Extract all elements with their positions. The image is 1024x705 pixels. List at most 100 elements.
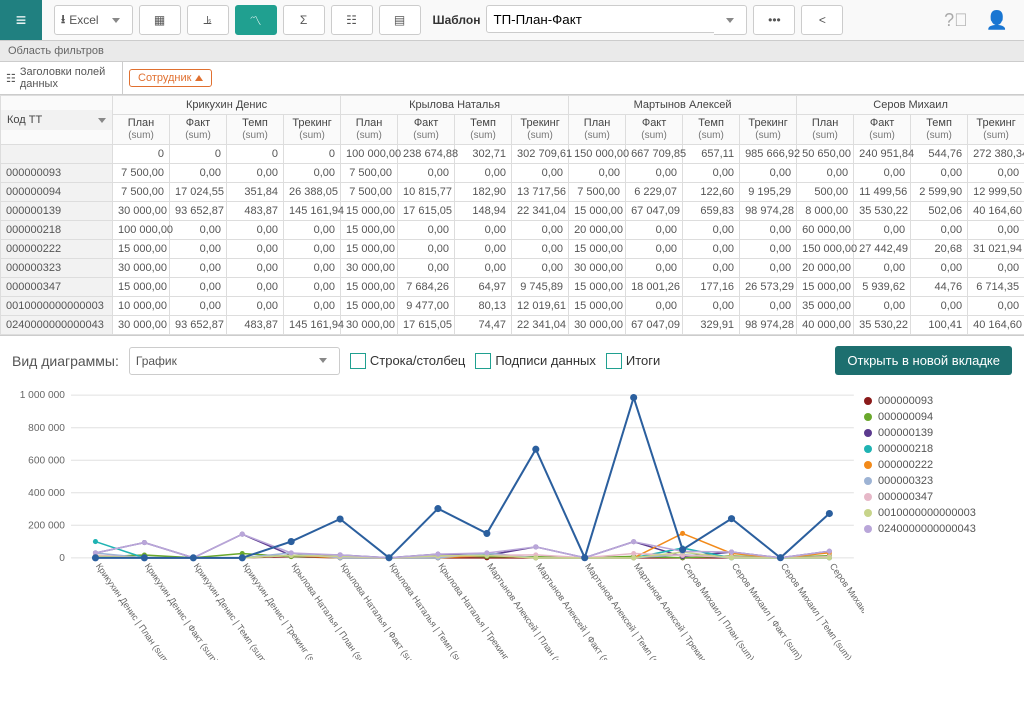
metric-header[interactable]: План(sum) xyxy=(341,115,398,145)
checkbox-icon xyxy=(475,353,491,369)
metric-header[interactable]: Факт(sum) xyxy=(398,115,455,145)
chart-type-select[interactable]: График xyxy=(129,347,313,375)
data-cell: 0,00 xyxy=(455,164,512,183)
person-header[interactable]: Крылова Наталья xyxy=(341,96,569,115)
summary-cell: 0 xyxy=(284,145,341,164)
view-sigma-button[interactable]: Σ xyxy=(283,5,325,35)
row-code[interactable]: 000000094 xyxy=(1,183,113,202)
data-cell: 30 000,00 xyxy=(113,316,170,335)
metric-header[interactable]: План(sum) xyxy=(113,115,170,145)
data-cell: 67 047,09 xyxy=(626,202,683,221)
legend-item[interactable]: 000000093 xyxy=(864,395,1014,407)
data-cell: 26 573,29 xyxy=(740,278,797,297)
data-cell: 17 615,05 xyxy=(398,316,455,335)
data-cell: 15 000,00 xyxy=(569,240,626,259)
more-button[interactable]: ••• xyxy=(753,5,795,35)
export-excel-label: Excel xyxy=(69,13,98,27)
chart-area: 0200 000400 000600 000800 0001 000 000Кр… xyxy=(0,385,1024,670)
metric-header[interactable]: Трекинг(sum) xyxy=(968,115,1024,145)
row-code[interactable]: 000000323 xyxy=(1,259,113,278)
row-code[interactable]: 000000222 xyxy=(1,240,113,259)
data-cell: 0,00 xyxy=(455,259,512,278)
view-bar-button[interactable]: ⫡ xyxy=(187,5,229,35)
data-cell: 93 652,87 xyxy=(170,202,227,221)
data-cell: 60 000,00 xyxy=(797,221,854,240)
legend-item[interactable]: 0240000000000043 xyxy=(864,523,1014,535)
row-code[interactable]: 000000139 xyxy=(1,202,113,221)
bar-chart-icon: ⫡ xyxy=(204,13,212,28)
view-table-button[interactable]: ▦ xyxy=(139,5,181,35)
share-icon: < xyxy=(819,13,826,27)
export-excel-button[interactable]: ⭳ Excel xyxy=(54,5,106,35)
menu-icon[interactable]: ≡ xyxy=(0,0,42,40)
chart-type-dropdown[interactable] xyxy=(307,347,340,375)
data-cell: 22 341,04 xyxy=(512,316,569,335)
data-cell: 502,06 xyxy=(911,202,968,221)
template-dropdown-button[interactable] xyxy=(714,5,747,35)
row-dimension-select[interactable]: Код ТТ xyxy=(1,110,112,130)
share-button[interactable]: < xyxy=(801,5,843,35)
legend-item[interactable]: 000000222 xyxy=(864,459,1014,471)
export-dropdown-button[interactable] xyxy=(100,5,133,35)
data-labels-checkbox[interactable]: Подписи данных xyxy=(475,353,596,369)
legend-item[interactable]: 000000218 xyxy=(864,443,1014,455)
row-code[interactable]: 000000347 xyxy=(1,278,113,297)
metric-header[interactable]: Факт(sum) xyxy=(170,115,227,145)
employee-chip[interactable]: Сотрудник xyxy=(129,69,212,87)
legend-item[interactable]: 000000347 xyxy=(864,491,1014,503)
data-cell: 177,16 xyxy=(683,278,740,297)
template-input[interactable] xyxy=(486,5,720,33)
metric-header[interactable]: План(sum) xyxy=(569,115,626,145)
legend-item[interactable]: 000000139 xyxy=(864,427,1014,439)
data-cell: 27 442,49 xyxy=(854,240,911,259)
data-cell: 30 000,00 xyxy=(569,259,626,278)
line-chart-icon: 〽 xyxy=(250,12,262,29)
data-cell: 7 500,00 xyxy=(113,183,170,202)
data-headers-bar: ☷ Заголовки полей данных Сотрудник xyxy=(0,62,1024,95)
legend-item[interactable]: 0010000000000003 xyxy=(864,507,1014,519)
data-cell: 6 229,07 xyxy=(626,183,683,202)
person-header[interactable]: Серов Михаил xyxy=(797,96,1024,115)
metric-header[interactable]: Темп(sum) xyxy=(455,115,512,145)
view-tree-button[interactable]: ☷ xyxy=(331,5,373,35)
legend-item[interactable]: 000000094 xyxy=(864,411,1014,423)
view-line-button[interactable]: 〽 xyxy=(235,5,277,35)
data-cell: 0,00 xyxy=(284,297,341,316)
data-cell: 0,00 xyxy=(683,164,740,183)
data-cell: 150 000,00 xyxy=(797,240,854,259)
row-col-checkbox[interactable]: Строка/столбец xyxy=(350,353,465,369)
filter-area[interactable]: Область фильтров xyxy=(0,41,1024,62)
data-cell: 0,00 xyxy=(968,221,1024,240)
view-card-button[interactable]: ▤ xyxy=(379,5,421,35)
data-cell: 15 000,00 xyxy=(569,278,626,297)
user-icon[interactable]: 👤 xyxy=(986,10,1008,31)
data-cell: 0,00 xyxy=(284,259,341,278)
legend-item[interactable]: 000000323 xyxy=(864,475,1014,487)
row-code[interactable]: 0010000000000003 xyxy=(1,297,113,316)
row-code[interactable]: 0240000000000043 xyxy=(1,316,113,335)
help-icon[interactable]: ?⃝ xyxy=(944,10,968,31)
open-new-tab-button[interactable]: Открыть в новой вкладке xyxy=(835,346,1012,375)
person-header[interactable]: Мартынов Алексей xyxy=(569,96,797,115)
data-cell: 7 500,00 xyxy=(569,183,626,202)
row-code[interactable]: 000000093 xyxy=(1,164,113,183)
metric-header[interactable]: Трекинг(sum) xyxy=(284,115,341,145)
metric-header[interactable]: Трекинг(sum) xyxy=(740,115,797,145)
metric-header[interactable]: Факт(sum) xyxy=(854,115,911,145)
data-cell: 0,00 xyxy=(626,221,683,240)
metric-header[interactable]: Факт(sum) xyxy=(626,115,683,145)
caret-down-icon xyxy=(98,118,106,123)
summary-cell: 272 380,34 xyxy=(968,145,1024,164)
data-cell: 31 021,94 xyxy=(968,240,1024,259)
data-cell: 0,00 xyxy=(170,164,227,183)
person-header[interactable]: Крикухин Денис xyxy=(113,96,341,115)
metric-header[interactable]: План(sum) xyxy=(797,115,854,145)
metric-header[interactable]: Темп(sum) xyxy=(911,115,968,145)
metric-header[interactable]: Темп(sum) xyxy=(683,115,740,145)
totals-checkbox[interactable]: Итоги xyxy=(606,353,660,369)
row-code[interactable]: 000000218 xyxy=(1,221,113,240)
metric-header[interactable]: Темп(sum) xyxy=(227,115,284,145)
data-cell: 0,00 xyxy=(626,240,683,259)
chart-controls: Вид диаграммы: График Строка/столбец Под… xyxy=(0,336,1024,385)
metric-header[interactable]: Трекинг(sum) xyxy=(512,115,569,145)
